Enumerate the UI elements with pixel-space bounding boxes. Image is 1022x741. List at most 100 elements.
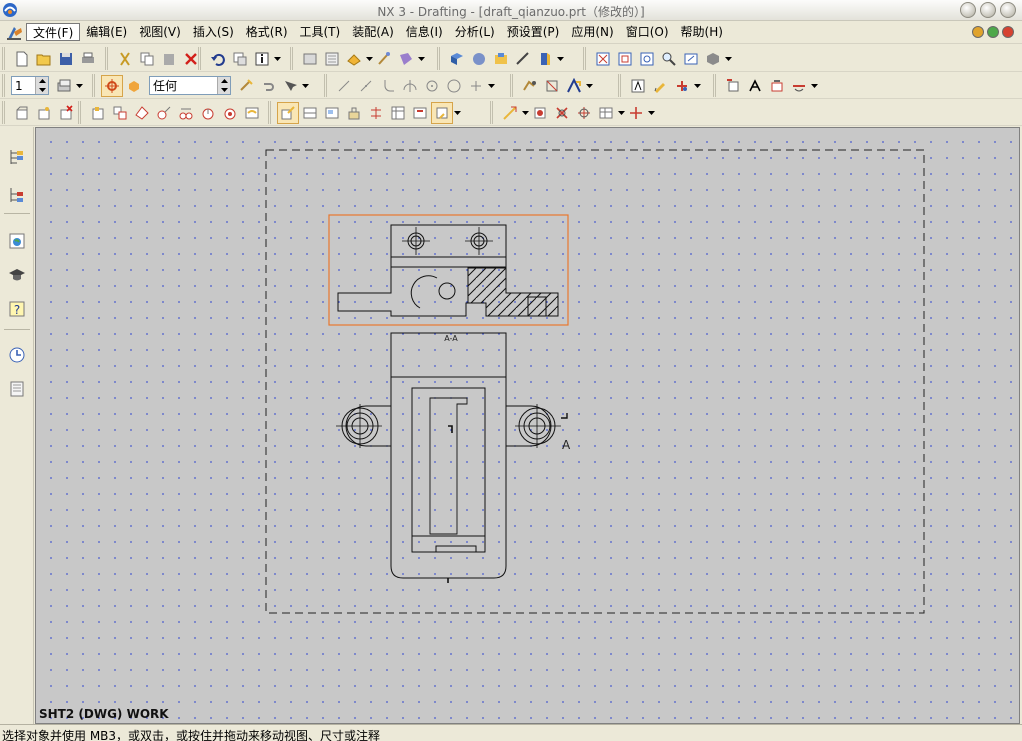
edit-text-icon[interactable] [649,75,671,97]
chevron-down-icon[interactable] [75,75,83,97]
assembly-navigator-icon[interactable] [5,145,29,169]
centerline-icon[interactable] [499,102,521,124]
ellipse-icon[interactable] [443,75,465,97]
open-folder-icon[interactable] [33,48,55,70]
quick-pick-icon[interactable] [279,75,301,97]
detail-view-icon[interactable] [512,48,534,70]
magnifier-icon[interactable] [658,48,680,70]
paste-icon[interactable] [158,48,180,70]
menu-help[interactable]: 帮助(H) [675,23,729,41]
chevron-down-icon[interactable] [556,48,564,70]
menu-tools[interactable]: 工具(T) [294,23,347,41]
text-style-icon[interactable] [744,75,766,97]
select-all-icon[interactable] [235,75,257,97]
section-view-icon[interactable] [490,48,512,70]
base-view-icon[interactable] [343,48,365,70]
sheet-icon[interactable] [321,48,343,70]
view-dependent-edit-icon[interactable] [343,102,365,124]
front-view[interactable] [336,332,568,583]
line-icon[interactable] [333,75,355,97]
section-view-top[interactable] [337,224,559,317]
open-sheet-icon[interactable] [33,102,55,124]
chevron-down-icon[interactable] [301,75,309,97]
projected-view-icon[interactable] [109,102,131,124]
menu-view[interactable]: 视图(V) [133,23,187,41]
chevron-down-icon[interactable] [273,48,281,70]
delete-sheet-icon[interactable] [55,102,77,124]
fillet-icon[interactable] [377,75,399,97]
drawing-view-icon[interactable] [299,48,321,70]
menu-file[interactable]: 文件(F) [26,23,81,41]
section-line-icon[interactable] [175,102,197,124]
restore-icon[interactable] [680,48,702,70]
undo-icon[interactable] [207,48,229,70]
view-label-icon[interactable] [431,101,453,124]
update-views-icon[interactable] [373,48,395,70]
print-icon[interactable] [77,48,99,70]
menu-insert[interactable]: 插入(S) [187,23,240,41]
history-icon[interactable] [5,343,29,367]
menu-analysis[interactable]: 分析(L) [449,23,501,41]
chevron-down-icon[interactable] [487,75,495,97]
move-copy-view-icon[interactable] [277,101,299,124]
polyline-icon[interactable] [355,75,377,97]
doc-minimize-button[interactable] [972,26,984,38]
model-icon[interactable] [446,48,468,70]
menu-window[interactable]: 窗口(O) [620,23,675,41]
save-icon[interactable] [55,48,77,70]
menu-preferences[interactable]: 预设置(P) [501,23,566,41]
shaded-display-icon[interactable] [702,48,724,70]
spin-arrows-icon[interactable] [35,77,48,94]
doc-close-button[interactable] [1002,26,1014,38]
menu-format[interactable]: 格式(R) [240,23,294,41]
display-sheet-icon[interactable] [395,48,417,70]
chevron-down-icon[interactable] [417,48,425,70]
doc-restore-button[interactable] [987,26,999,38]
pan-icon[interactable] [636,48,658,70]
chevron-down-icon[interactable] [585,75,593,97]
system-materials-icon[interactable] [5,377,29,401]
menu-application[interactable]: 应用(N) [565,23,619,41]
update-view-icon[interactable] [387,102,409,124]
dimension-icon[interactable] [541,75,563,97]
layer-settings-icon[interactable] [53,75,75,97]
note-icon[interactable] [627,75,649,97]
chevron-down-icon[interactable] [810,75,818,97]
snap-point-icon[interactable] [101,74,123,97]
section-in-view-icon[interactable] [365,102,387,124]
chevron-down-icon[interactable] [617,102,625,124]
break-view-icon[interactable] [534,48,556,70]
menu-information[interactable]: 信息(I) [400,23,449,41]
chevron-down-icon[interactable] [365,48,373,70]
information-window-icon[interactable] [251,48,273,70]
layer-spinbox[interactable]: 1 [11,76,49,95]
auxiliary-view-icon[interactable] [131,102,153,124]
label-icon[interactable] [722,75,744,97]
close-button[interactable] [1000,2,1016,18]
target-point-icon[interactable] [573,102,595,124]
menu-assembly[interactable]: 装配(A) [346,23,400,41]
part-navigator-icon[interactable] [5,183,29,207]
type-filter-select[interactable]: 任何 [149,76,231,95]
constraint-icon[interactable] [519,75,541,97]
cut-icon[interactable] [114,48,136,70]
chevron-down-icon[interactable] [521,102,529,124]
new-file-icon[interactable] [11,48,33,70]
copy-icon[interactable] [136,48,158,70]
surface-finish-icon[interactable] [788,75,810,97]
arc-icon[interactable] [399,75,421,97]
select-body-icon[interactable] [123,75,145,97]
new-sheet-icon[interactable] [11,102,33,124]
annotation-icon[interactable] [563,75,585,97]
part-document-icon[interactable] [6,24,24,41]
maximize-button[interactable] [980,2,996,18]
menu-edit[interactable]: 编辑(E) [80,23,133,41]
id-symbol-icon[interactable] [766,75,788,97]
broken-section-icon[interactable] [241,102,263,124]
assembly-icon[interactable] [468,48,490,70]
spin-arrows-icon[interactable] [217,77,230,94]
help-icon[interactable]: ? [5,297,29,321]
chevron-down-icon[interactable] [453,102,461,124]
minimize-button[interactable] [960,2,976,18]
crosshair-icon[interactable] [625,102,647,124]
